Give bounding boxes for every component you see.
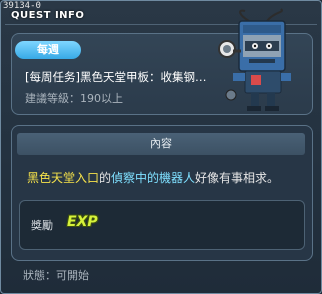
weekly-badge: 每週 bbox=[15, 41, 81, 59]
npc-link[interactable]: 偵察中的機器人 bbox=[111, 171, 195, 185]
content-header: 內容 bbox=[17, 133, 305, 155]
quest-status: 狀態：可開始 bbox=[23, 269, 89, 282]
description-text: 的 bbox=[99, 171, 112, 185]
robot-npc-icon bbox=[209, 7, 313, 113]
window-title: QUEST INFO bbox=[11, 10, 85, 21]
exp-reward-icon: EXP bbox=[67, 214, 98, 230]
quest-info-window: 39134-0 QUEST INFO 每週 [每周任务]黑色天堂甲板：收集钢… … bbox=[0, 0, 322, 294]
quest-recommended-level: 建議等級：190以上 bbox=[25, 92, 123, 105]
quest-name: [每周任务]黑色天堂甲板：收集钢… bbox=[25, 70, 207, 84]
quest-description: 黑色天堂入口的偵察中的機器人好像有事相求。 bbox=[27, 169, 279, 186]
description-text: 好像有事相求。 bbox=[195, 171, 280, 185]
reward-label: 獎勵 bbox=[31, 219, 53, 232]
location-link[interactable]: 黑色天堂入口 bbox=[27, 171, 99, 185]
reward-box bbox=[19, 200, 305, 250]
